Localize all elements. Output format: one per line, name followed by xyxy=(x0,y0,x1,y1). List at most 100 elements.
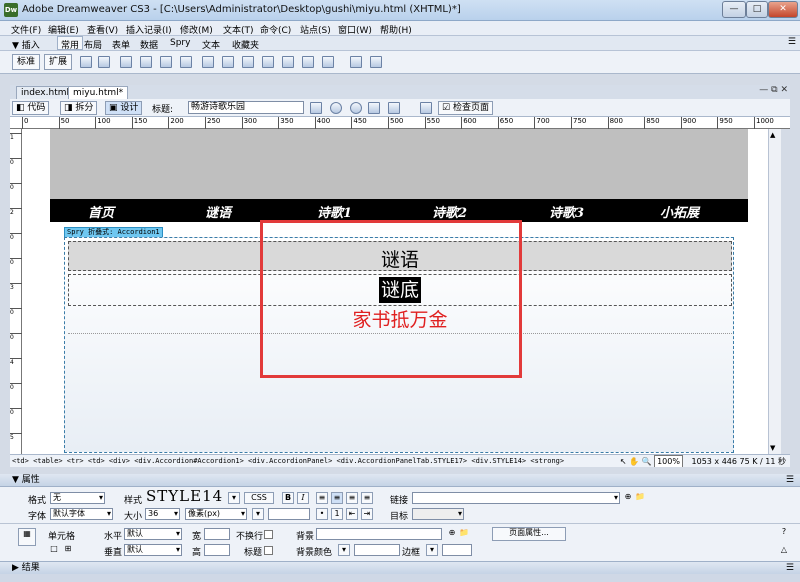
split-view-button[interactable]: ◨ 拆分 xyxy=(60,101,98,115)
split-cell-icon[interactable]: ⊞ xyxy=(62,544,74,556)
view-options-icon[interactable] xyxy=(368,102,380,114)
align-right-icon[interactable]: ≡ xyxy=(346,492,358,504)
unordered-list-icon[interactable]: • xyxy=(316,508,328,520)
zoom-tool-icon[interactable]: 🔍 xyxy=(642,457,655,466)
code-view-button[interactable]: ◧ 代码 xyxy=(12,101,50,115)
menu-window[interactable]: 窗口(W) xyxy=(338,23,372,36)
align-left-icon[interactable]: ≡ xyxy=(316,492,328,504)
window-size[interactable]: 1053 x 446 xyxy=(692,457,737,466)
draw-ap-div-icon[interactable] xyxy=(140,56,152,68)
help-icon[interactable]: ? xyxy=(778,527,790,539)
nowrap-checkbox[interactable] xyxy=(264,530,273,539)
tab-forms[interactable]: 表单 xyxy=(112,38,130,51)
menu-view[interactable]: 查看(V) xyxy=(87,23,118,36)
menu-file[interactable]: 文件(F) xyxy=(11,23,41,36)
properties-header[interactable]: ▼ 属性 ☰ xyxy=(0,474,800,487)
css-button[interactable]: CSS xyxy=(244,492,274,504)
font-select[interactable]: 默认字体 xyxy=(50,508,113,520)
spry-menu-icon[interactable] xyxy=(350,56,362,68)
tab-text[interactable]: 文本 xyxy=(202,38,220,51)
vertical-select[interactable]: 默认 xyxy=(124,544,182,556)
nav-item-riddle[interactable]: 谜语 xyxy=(205,202,231,221)
maximize-button[interactable]: □ xyxy=(746,1,768,18)
nav-item-poem3[interactable]: 诗歌3 xyxy=(549,202,584,221)
layout-table-icon[interactable] xyxy=(160,56,172,68)
size-select[interactable]: 36 xyxy=(145,508,180,520)
tab-data[interactable]: 数据 xyxy=(140,38,158,51)
iframe-icon[interactable] xyxy=(282,56,294,68)
visual-aids-icon[interactable] xyxy=(388,102,400,114)
nav-item-extension[interactable]: 小拓展 xyxy=(660,202,699,221)
border-color-swatch[interactable]: ▾ xyxy=(426,544,438,556)
justify-icon[interactable]: ≡ xyxy=(361,492,373,504)
border-color-input[interactable] xyxy=(442,544,472,556)
insert-column-right-icon[interactable] xyxy=(262,56,274,68)
menu-help[interactable]: 帮助(H) xyxy=(380,23,412,36)
insert-row-above-icon[interactable] xyxy=(202,56,214,68)
link-input[interactable] xyxy=(412,492,620,504)
refresh-icon[interactable] xyxy=(350,102,362,114)
ordered-list-icon[interactable]: 1 xyxy=(331,508,343,520)
document-window-controls[interactable]: — ⧉ ✕ xyxy=(759,85,788,95)
frames-icon[interactable] xyxy=(302,56,314,68)
nav-item-poem1[interactable]: 诗歌1 xyxy=(317,202,352,221)
menu-insert[interactable]: 插入记录(I) xyxy=(126,23,172,36)
format-select[interactable]: 无 xyxy=(50,492,105,504)
point-to-file-icon[interactable]: ⊕ xyxy=(622,492,634,504)
menu-commands[interactable]: 命令(C) xyxy=(260,23,291,36)
layer-icon[interactable] xyxy=(98,56,110,68)
panel-menu-icon[interactable]: ☰ xyxy=(788,37,796,47)
tab-miyu-html[interactable]: miyu.html* xyxy=(68,86,129,99)
background-input[interactable] xyxy=(316,528,442,540)
bold-button[interactable]: B xyxy=(282,492,294,504)
page-properties-button[interactable]: 页面属性... xyxy=(492,527,566,541)
merge-cells-icon[interactable]: □ xyxy=(48,544,60,556)
header-checkbox[interactable] xyxy=(264,546,273,555)
tag-selector-path[interactable]: <td> <table> <tr> <td> <div> <div.Accord… xyxy=(12,455,564,467)
validate-markup-icon[interactable] xyxy=(420,102,432,114)
text-color-swatch[interactable]: ▾ xyxy=(252,508,264,520)
preview-browser-icon[interactable] xyxy=(330,102,342,114)
insert-bar-toggle[interactable]: ▼ 插入 xyxy=(12,38,40,51)
collapse-icon[interactable]: △ xyxy=(778,545,790,557)
tab-favorites[interactable]: 收藏夹 xyxy=(232,38,259,51)
bgcolor-input[interactable] xyxy=(354,544,400,556)
menu-modify[interactable]: 修改(M) xyxy=(180,23,213,36)
style-select[interactable]: STYLE14 xyxy=(146,489,228,504)
height-input[interactable] xyxy=(204,544,230,556)
results-panel-header[interactable]: ▶ 结果 ☰ xyxy=(0,561,800,574)
width-input[interactable] xyxy=(204,528,230,540)
hand-tool-icon[interactable]: ✋ xyxy=(629,457,642,466)
insert-column-left-icon[interactable] xyxy=(242,56,254,68)
check-page-button[interactable]: ☑ 检查页面 xyxy=(438,101,493,115)
minimize-button[interactable]: — xyxy=(722,1,746,18)
tab-layout[interactable]: 布局 xyxy=(84,38,102,51)
insert-row-below-icon[interactable] xyxy=(222,56,234,68)
nav-item-home[interactable]: 首页 xyxy=(88,202,114,221)
standard-mode-button[interactable]: 标准 xyxy=(12,54,41,70)
insert-div-icon[interactable] xyxy=(120,56,132,68)
bgcolor-swatch[interactable]: ▾ xyxy=(338,544,350,556)
style-dropdown-icon[interactable]: ▾ xyxy=(228,492,240,504)
tab-index-html[interactable]: index.html xyxy=(16,86,74,99)
scroll-down-icon[interactable]: ▼ xyxy=(770,444,775,452)
horizontal-select[interactable]: 默认 xyxy=(124,528,182,540)
vertical-scrollbar[interactable]: ▲ ▼ xyxy=(768,129,781,454)
frames-dropdown-icon[interactable] xyxy=(322,56,334,68)
outdent-icon[interactable]: ⇤ xyxy=(346,508,358,520)
design-canvas[interactable]: 首页 谜语 诗歌1 诗歌2 诗歌3 小拓展 Spry 折叠式: Accordio… xyxy=(22,129,768,454)
panel-splitter[interactable] xyxy=(0,467,800,474)
spry-panels-icon[interactable] xyxy=(370,56,382,68)
browse-folder-icon[interactable]: 📁 xyxy=(634,492,646,504)
menu-edit[interactable]: 编辑(E) xyxy=(48,23,79,36)
nav-item-poem2[interactable]: 诗歌2 xyxy=(432,202,467,221)
results-options-icon[interactable]: ☰ xyxy=(786,562,794,574)
tab-common[interactable]: 常用 xyxy=(57,36,84,51)
indent-icon[interactable]: ⇥ xyxy=(361,508,373,520)
page-title-input[interactable]: 畅游诗歌乐园 xyxy=(188,101,304,114)
layout-cell-icon[interactable] xyxy=(180,56,192,68)
close-button[interactable]: ✕ xyxy=(768,1,798,18)
file-management-icon[interactable] xyxy=(310,102,322,114)
menu-site[interactable]: 站点(S) xyxy=(300,23,331,36)
scroll-up-icon[interactable]: ▲ xyxy=(770,131,775,139)
